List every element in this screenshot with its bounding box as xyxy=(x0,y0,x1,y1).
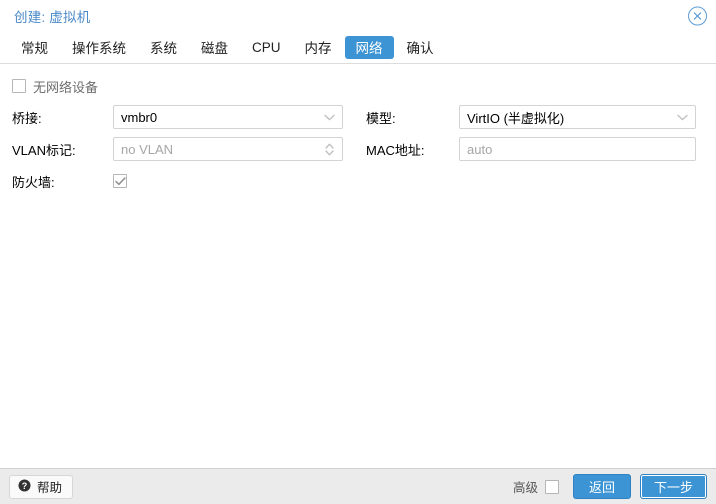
chevron-down-icon[interactable] xyxy=(674,106,690,128)
bridge-label: 桥接: xyxy=(12,110,42,126)
form-columns: 桥接: vmbr0 VLAN标记: no VLAN 防火墙: 模型: VirtI… xyxy=(0,102,716,198)
network-settings-panel: 无网络设备 桥接: vmbr0 VLAN标记: no VLAN 防火墙: 模型:… xyxy=(0,64,716,468)
vlan-tag-label: VLAN标记: xyxy=(12,142,76,158)
footer-actions: 高级 返回 下一步 xyxy=(513,474,707,499)
model-label: 模型: xyxy=(366,110,396,126)
mac-address-value: auto xyxy=(467,141,493,157)
model-value: VirtIO (半虚拟化) xyxy=(467,110,565,126)
mac-address-row: MAC地址: auto xyxy=(366,134,716,164)
no-network-device-label: 无网络设备 xyxy=(33,79,99,95)
close-icon[interactable] xyxy=(688,6,707,25)
next-button[interactable]: 下一步 xyxy=(639,474,707,499)
tab-cpu[interactable]: CPU xyxy=(241,36,292,59)
create-vm-dialog: 创建: 虚拟机 常规 操作系统 系统 磁盘 CPU 内存 网络 确认 无网络设备… xyxy=(0,0,716,504)
model-row: 模型: VirtIO (半虚拟化) xyxy=(366,102,716,132)
back-button[interactable]: 返回 xyxy=(572,474,631,499)
mac-address-input[interactable]: auto xyxy=(459,137,696,161)
form-column-right: 模型: VirtIO (半虚拟化) MAC地址: auto xyxy=(358,102,716,198)
help-button-label: 帮助 xyxy=(37,481,63,495)
advanced-checkbox[interactable] xyxy=(544,479,559,494)
tab-os[interactable]: 操作系统 xyxy=(61,36,137,59)
firewall-label: 防火墙: xyxy=(12,174,55,190)
firewall-row: 防火墙: xyxy=(12,166,358,196)
spinner-updown-icon[interactable] xyxy=(321,138,337,160)
no-network-device-checkbox[interactable] xyxy=(12,79,26,93)
mac-address-label: MAC地址: xyxy=(366,142,425,158)
chevron-down-icon[interactable] xyxy=(321,106,337,128)
bridge-value: vmbr0 xyxy=(121,109,158,125)
model-select[interactable]: VirtIO (半虚拟化) xyxy=(459,105,696,129)
tab-general[interactable]: 常规 xyxy=(10,36,59,59)
dialog-footer: ? 帮助 高级 返回 下一步 xyxy=(0,468,716,504)
no-network-device-row: 无网络设备 xyxy=(0,75,716,97)
question-circle-icon: ? xyxy=(18,479,31,495)
bridge-select[interactable]: vmbr0 xyxy=(113,105,343,129)
wizard-tabbar: 常规 操作系统 系统 磁盘 CPU 内存 网络 确认 xyxy=(0,31,716,64)
tab-confirm[interactable]: 确认 xyxy=(396,36,445,59)
dialog-titlebar: 创建: 虚拟机 xyxy=(0,0,716,31)
tab-system[interactable]: 系统 xyxy=(139,36,188,59)
tab-disks[interactable]: 磁盘 xyxy=(190,36,239,59)
help-button[interactable]: ? 帮助 xyxy=(9,474,74,499)
dialog-title: 创建: 虚拟机 xyxy=(14,9,91,25)
advanced-label: 高级 xyxy=(512,481,538,495)
vlan-tag-input[interactable]: no VLAN xyxy=(113,137,343,161)
svg-text:?: ? xyxy=(22,480,28,490)
firewall-checkbox[interactable] xyxy=(113,174,127,188)
tab-network[interactable]: 网络 xyxy=(344,35,394,59)
vlan-tag-value: no VLAN xyxy=(121,141,174,157)
form-column-left: 桥接: vmbr0 VLAN标记: no VLAN 防火墙: xyxy=(0,102,358,198)
tab-memory[interactable]: 内存 xyxy=(294,36,343,59)
bridge-row: 桥接: vmbr0 xyxy=(12,102,358,132)
vlan-tag-row: VLAN标记: no VLAN xyxy=(12,134,358,164)
